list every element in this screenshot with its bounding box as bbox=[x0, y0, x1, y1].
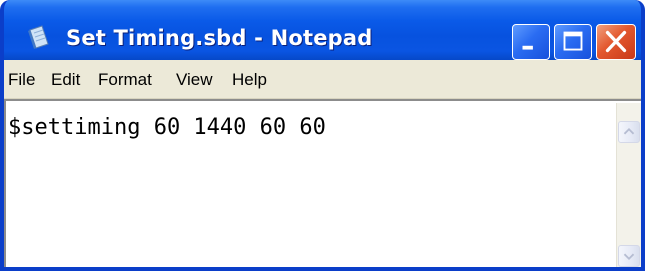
menu-bar: File Edit Format View Help bbox=[4, 60, 641, 99]
menu-help[interactable]: Help bbox=[232, 70, 267, 90]
minimize-button[interactable] bbox=[512, 24, 550, 60]
minimize-icon bbox=[522, 45, 533, 50]
scroll-up-arrow-icon bbox=[623, 127, 635, 135]
vertical-scrollbar[interactable] bbox=[616, 103, 641, 267]
menu-view[interactable]: View bbox=[176, 70, 213, 90]
menu-file[interactable]: File bbox=[8, 70, 35, 90]
maximize-button[interactable] bbox=[554, 24, 592, 60]
editor-area: $settiming 60 1440 60 60 bbox=[4, 99, 641, 267]
window-title: Set Timing.sbd - Notepad bbox=[66, 26, 373, 50]
scroll-up-button[interactable] bbox=[618, 121, 640, 143]
text-editor[interactable]: $settiming 60 1440 60 60 bbox=[6, 101, 617, 267]
notepad-icon[interactable] bbox=[28, 24, 50, 50]
close-icon bbox=[605, 30, 627, 53]
close-button[interactable] bbox=[596, 24, 636, 60]
menu-format[interactable]: Format bbox=[98, 70, 152, 90]
notepad-window: Set Timing.sbd - Notepad File Edit Forma… bbox=[0, 0, 645, 271]
scroll-down-arrow-icon bbox=[623, 253, 635, 261]
menu-edit[interactable]: Edit bbox=[51, 70, 80, 90]
maximize-icon bbox=[563, 31, 583, 51]
scroll-down-button[interactable] bbox=[618, 245, 640, 267]
title-bar[interactable]: Set Timing.sbd - Notepad bbox=[4, 0, 641, 60]
